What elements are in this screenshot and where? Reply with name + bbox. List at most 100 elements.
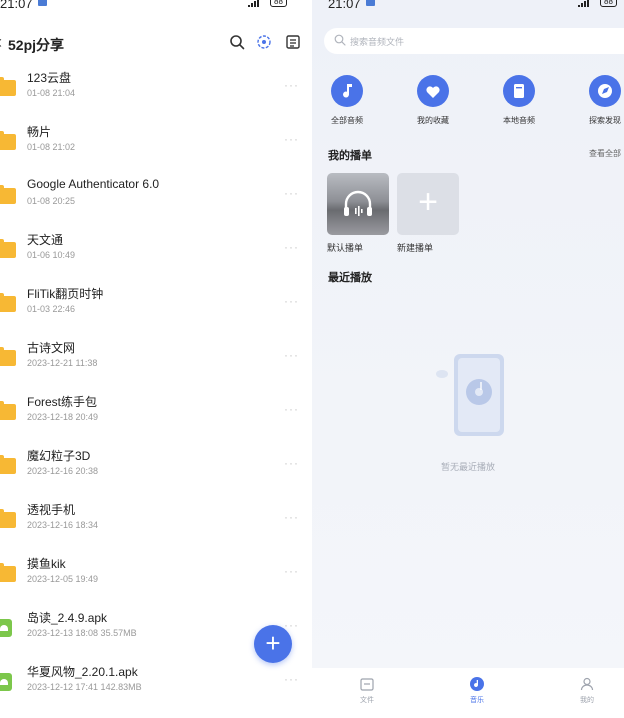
more-icon[interactable]: ··· — [284, 456, 299, 470]
music-panel: 21:07 88 搜索音频文件 全部音频 我的收藏 本地音频 探索发现 我的播单… — [312, 0, 624, 718]
folder-icon — [0, 77, 16, 96]
quick-label: 探索发现 — [589, 116, 621, 125]
file-meta: 01-08 21:04 — [27, 88, 76, 98]
search-input[interactable]: 搜索音频文件 — [324, 28, 624, 54]
person-icon — [580, 677, 594, 691]
file-meta: 2023-12-12 17:41 142.83MB — [27, 682, 142, 692]
tab-label: 音乐 — [470, 697, 484, 704]
quick-access-grid: 全部音频 我的收藏 本地音频 探索发现 — [312, 75, 624, 135]
more-icon[interactable]: ··· — [284, 348, 299, 362]
sort-list-icon[interactable] — [285, 34, 301, 50]
music-note-icon — [331, 75, 363, 107]
folder-icon — [0, 563, 16, 582]
empty-phone-illustration-icon — [436, 354, 504, 436]
see-all-link[interactable]: 查看全部 — [589, 148, 621, 159]
transfer-icon[interactable] — [256, 34, 272, 50]
file-name: 天文通 — [27, 233, 64, 247]
file-manager-panel: 21:07 88 ‹ 52pj分享 123云盘 01-08 21:04 — [0, 0, 312, 718]
folder-icon — [0, 239, 16, 258]
file-name: 岛读_2.4.9.apk — [27, 611, 108, 625]
file-meta: 2023-12-21 11:38 — [27, 358, 98, 368]
folder-icon — [0, 509, 16, 528]
plus-icon: + — [418, 183, 438, 221]
table-row[interactable]: 古诗文网 2023-12-21 11:38 ··· — [0, 330, 312, 384]
file-name: 123云盘 — [27, 71, 72, 85]
signal-icon — [248, 0, 266, 7]
quick-local-audio[interactable]: 本地音频 — [479, 75, 559, 126]
file-name: 魔幻粒子3D — [27, 449, 91, 463]
headphones-icon — [344, 190, 372, 216]
quick-explore[interactable]: 探索发现 — [565, 75, 624, 126]
file-meta: 01-06 10:49 — [27, 250, 76, 260]
more-icon[interactable]: ··· — [284, 672, 299, 686]
tab-music[interactable]: 音乐 — [457, 676, 497, 705]
search-placeholder: 搜索音频文件 — [350, 37, 405, 47]
tab-files[interactable]: 文件 — [347, 676, 387, 705]
more-icon[interactable]: ··· — [284, 240, 299, 254]
page-title: 52pj分享 — [8, 37, 65, 53]
file-list: 123云盘 01-08 21:04 ··· 畅片 01-08 21:02 ···… — [0, 60, 312, 708]
tab-label: 我的 — [580, 697, 594, 704]
folder-icon — [0, 293, 16, 312]
signal-icon — [578, 0, 596, 7]
sim-card-icon — [366, 0, 375, 6]
folder-header: ‹ 52pj分享 — [0, 28, 312, 58]
table-row[interactable]: 123云盘 01-08 21:04 ··· — [0, 60, 312, 114]
status-time: 21:07 — [328, 0, 361, 11]
more-icon[interactable]: ··· — [284, 78, 299, 92]
new-playlist-button[interactable]: + 新建播单 — [397, 173, 459, 254]
file-meta: 01-08 20:25 — [27, 196, 76, 206]
file-meta: 2023-12-13 18:08 35.57MB — [27, 628, 137, 638]
file-name: 古诗文网 — [27, 341, 76, 355]
more-icon[interactable]: ··· — [284, 402, 299, 416]
android-apk-icon — [0, 619, 12, 637]
playlist-label: 默认播单 — [327, 243, 364, 253]
search-icon[interactable] — [229, 34, 245, 50]
more-icon[interactable]: ··· — [284, 186, 299, 200]
music-disc-icon — [470, 677, 484, 691]
folder-icon — [0, 347, 16, 366]
playlist-cover: + — [397, 173, 459, 235]
add-fab-button[interactable]: + — [254, 625, 292, 663]
status-bar: 21:07 88 — [0, 0, 312, 12]
table-row[interactable]: 畅片 01-08 21:02 ··· — [0, 114, 312, 168]
quick-favorites[interactable]: 我的收藏 — [393, 75, 473, 126]
file-name: 畅片 — [27, 125, 52, 139]
more-icon[interactable]: ··· — [284, 132, 299, 146]
file-meta: 2023-12-16 20:38 — [27, 466, 99, 476]
file-meta: 2023-12-18 20:49 — [27, 412, 99, 422]
back-icon[interactable]: ‹ — [0, 33, 2, 51]
table-row[interactable]: 摸鱼kik 2023-12-05 19:49 ··· — [0, 546, 312, 600]
empty-state-text: 暂无最近播放 — [440, 462, 495, 472]
tab-profile[interactable]: 我的 — [567, 676, 607, 705]
quick-all-audio[interactable]: 全部音频 — [312, 75, 387, 126]
playlist-default[interactable]: 默认播单 — [327, 173, 389, 254]
table-row[interactable]: 透视手机 2023-12-16 18:34 ··· — [0, 492, 312, 546]
my-playlists-title: 我的播单 — [328, 150, 372, 162]
playlist-cover — [327, 173, 389, 235]
table-row[interactable]: Forest练手包 2023-12-18 20:49 ··· — [0, 384, 312, 438]
more-icon[interactable]: ··· — [284, 294, 299, 308]
file-meta: 2023-12-05 19:49 — [27, 574, 99, 584]
status-time: 21:07 — [0, 0, 33, 11]
more-icon[interactable]: ··· — [284, 564, 299, 578]
folder-icon — [0, 401, 16, 420]
local-file-icon — [503, 75, 535, 107]
more-icon[interactable]: ··· — [284, 510, 299, 524]
folder-icon — [0, 131, 16, 150]
table-row[interactable]: 华夏风物_2.20.1.apk 2023-12-12 17:41 142.83M… — [0, 654, 312, 708]
file-name: FliTik翻页时钟 — [27, 287, 104, 301]
quick-label: 本地音频 — [503, 116, 535, 125]
file-name: Google Authenticator 6.0 — [27, 177, 160, 191]
table-row[interactable]: FliTik翻页时钟 01-03 22:46 ··· — [0, 276, 312, 330]
folder-icon — [0, 455, 16, 474]
bottom-nav: 文件 音乐 我的 — [312, 668, 624, 718]
table-row[interactable]: 魔幻粒子3D 2023-12-16 20:38 ··· — [0, 438, 312, 492]
search-icon — [334, 34, 346, 46]
sim-card-icon — [38, 0, 47, 6]
file-name: Forest练手包 — [27, 395, 98, 409]
table-row[interactable]: 天文通 01-06 10:49 ··· — [0, 222, 312, 276]
compass-icon — [589, 75, 621, 107]
table-row[interactable]: Google Authenticator 6.0 01-08 20:25 ··· — [0, 168, 312, 222]
file-name: 摸鱼kik — [27, 557, 66, 571]
